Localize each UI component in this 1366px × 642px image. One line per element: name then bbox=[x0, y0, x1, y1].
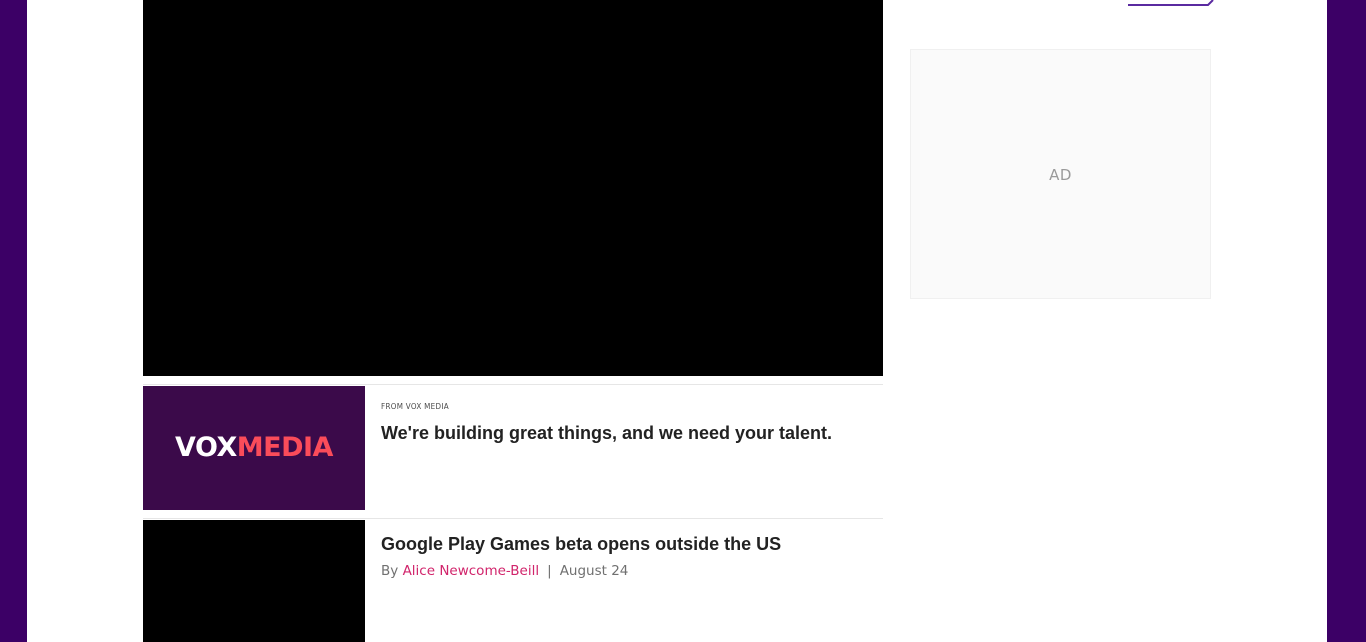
story-date: August 24 bbox=[559, 563, 629, 579]
author-link[interactable]: Alice Newcome-Beill bbox=[403, 563, 540, 579]
logo-vox-text: VOX bbox=[175, 432, 237, 463]
eyebrow-label: FROM VOX MEDIA bbox=[381, 402, 449, 411]
video-player[interactable] bbox=[143, 0, 883, 376]
byline: By Alice Newcome-Beill | August 24 bbox=[381, 563, 628, 579]
logo-media-text: MEDIA bbox=[236, 432, 334, 463]
ad-slot[interactable]: AD bbox=[910, 49, 1211, 299]
byline-prefix: By bbox=[381, 563, 399, 579]
byline-separator: | bbox=[547, 563, 552, 579]
vox-media-logo-thumbnail[interactable]: VOXMEDIA bbox=[143, 386, 365, 510]
vox-media-logo: VOXMEDIA bbox=[143, 432, 365, 463]
page: VOXMEDIA FROM VOX MEDIA We're building g… bbox=[27, 0, 1327, 642]
story-card-google-play-games: Google Play Games beta opens outside the… bbox=[143, 518, 883, 642]
story-headline-link[interactable]: Google Play Games beta opens outside the… bbox=[381, 534, 781, 555]
story-card-vox-media: VOXMEDIA FROM VOX MEDIA We're building g… bbox=[143, 384, 883, 518]
story-headline-link[interactable]: We're building great things, and we need… bbox=[381, 423, 832, 444]
sidebar-button-edge[interactable] bbox=[1128, 0, 1214, 6]
story-thumbnail[interactable] bbox=[143, 520, 365, 642]
ad-label: AD bbox=[1049, 166, 1072, 184]
